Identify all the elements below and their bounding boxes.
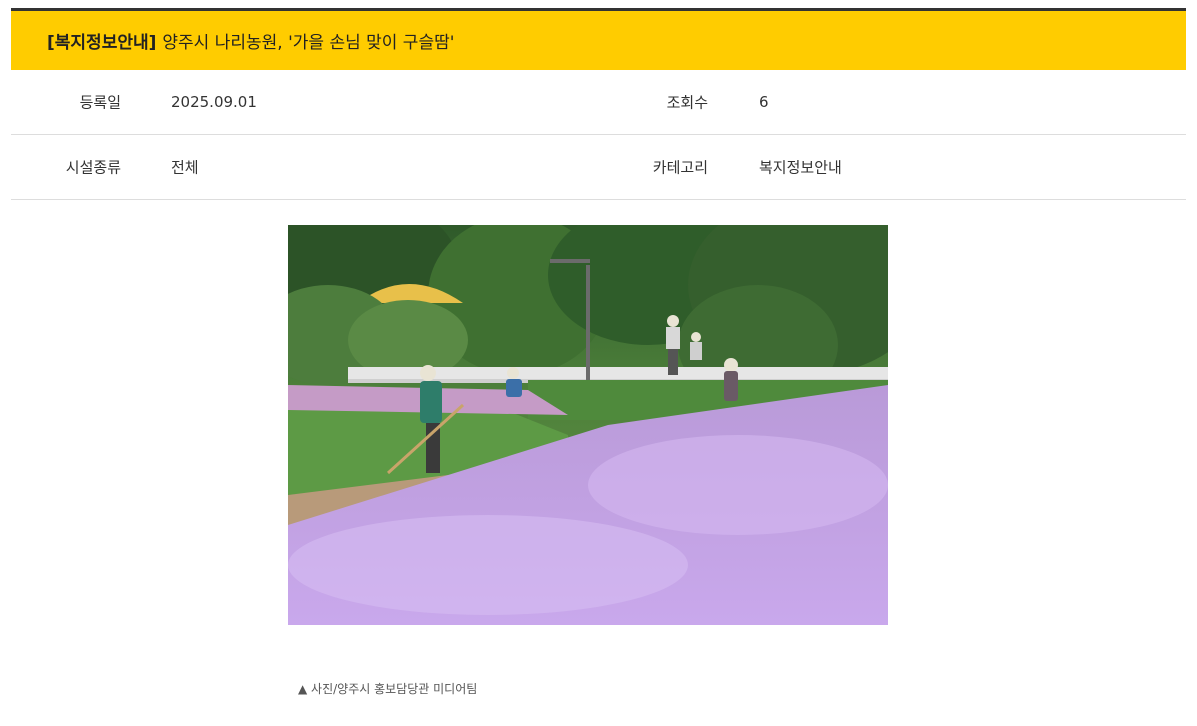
facility-label: 시설종류: [65, 158, 121, 177]
info-row-date-views: 등록일 2025.09.01 조회수 6: [11, 70, 1186, 135]
post-category-tag: [복지정보안내]: [47, 33, 157, 53]
category-value: 복지정보안내: [759, 158, 842, 177]
post-detail: [복지정보안내] 양주시 나리농원, '가을 손님 맞이 구슬땀' 등록일 20…: [11, 8, 1186, 200]
date-label: 등록일: [79, 93, 121, 112]
facility-value: 전체: [171, 158, 199, 177]
date-value: 2025.09.01: [171, 93, 257, 111]
content-photo: [288, 225, 888, 625]
info-row-facility-category: 시설종류 전체 카테고리 복지정보안내: [11, 135, 1186, 200]
post-title: 양주시 나리농원, '가을 손님 맞이 구슬땀': [162, 33, 455, 53]
views-label: 조회수: [666, 93, 708, 112]
photo-caption: ▲ 사진/양주시 홍보담당관 미디어팀: [298, 682, 478, 696]
post-title-bar: [복지정보안내] 양주시 나리농원, '가을 손님 맞이 구슬땀': [11, 8, 1186, 70]
category-label: 카테고리: [652, 158, 708, 177]
views-value: 6: [759, 93, 769, 111]
